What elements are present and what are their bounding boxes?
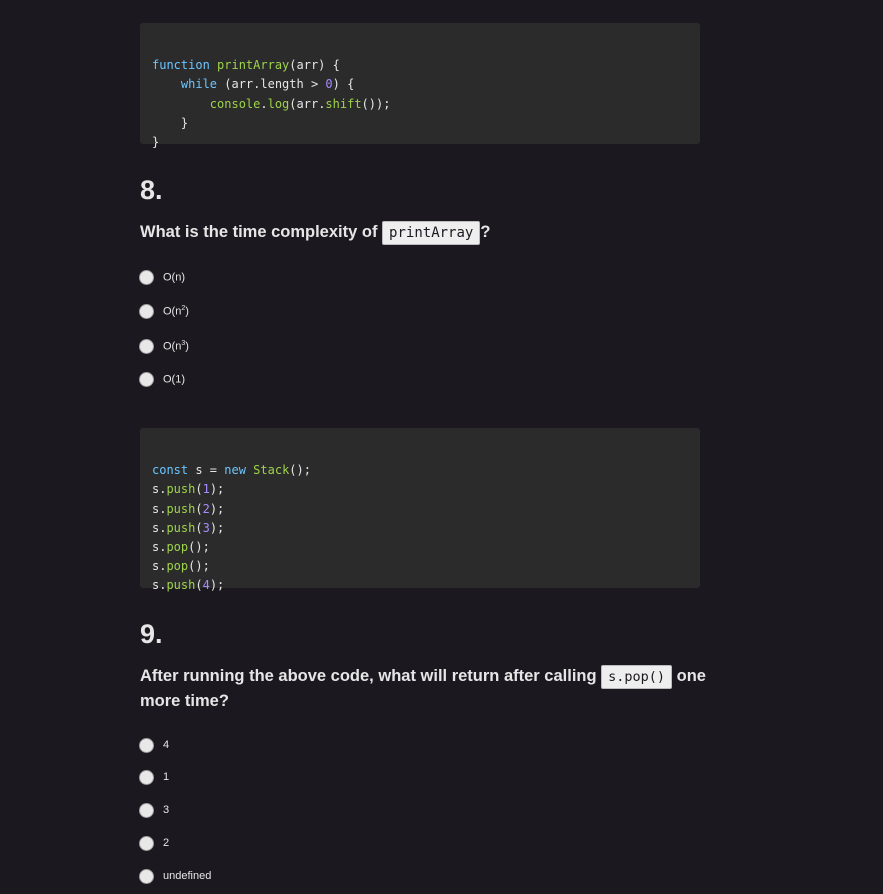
radio-button[interactable] (139, 802, 154, 818)
option-label: 3 (163, 804, 170, 816)
option-label: O(1) (163, 373, 186, 386)
code-number: 3 (202, 520, 210, 535)
answer-option[interactable]: 4 (139, 735, 169, 755)
code-line: s.push(4); (152, 578, 225, 593)
code-line: s.push(2); (152, 501, 225, 516)
radio-button[interactable] (139, 269, 154, 285)
option-label: 2 (163, 837, 170, 849)
code-line: console.log(arr.shift()); (209, 96, 391, 111)
code-class-name: Stack (253, 463, 290, 478)
radio-button[interactable] (139, 303, 154, 319)
radio-button[interactable] (139, 371, 154, 387)
code-method: pop (166, 539, 189, 554)
code-identifier: console (209, 96, 261, 111)
radio-button[interactable] (139, 737, 154, 753)
code-keyword: function (152, 58, 210, 73)
code-keyword: const (152, 463, 189, 478)
option-label: 4 (163, 739, 170, 751)
answer-option[interactable]: O(n2) (139, 301, 189, 321)
code-line: const s = new Stack(); (152, 463, 311, 478)
question-number: 8. (140, 175, 163, 205)
code-number: 0 (325, 77, 333, 92)
code-method: push (166, 482, 196, 497)
code-keyword: new (224, 463, 246, 478)
option-label: O(n3) (163, 339, 189, 353)
code-keyword: while (180, 77, 218, 92)
code-line: function printArray(arr) { (152, 58, 340, 73)
code-line: } (152, 134, 160, 149)
answer-option[interactable]: undefined (139, 866, 211, 886)
code-number: 4 (202, 578, 210, 593)
code-method: pop (166, 559, 189, 574)
inline-code: printArray (382, 221, 481, 245)
code-method: log (267, 96, 290, 111)
code-method: shift (325, 96, 362, 111)
code-line: s.pop(); (152, 539, 210, 554)
code-line: s.push(3); (152, 520, 225, 535)
answer-option[interactable]: O(1) (139, 369, 185, 389)
question-text: After running the above code, what will … (140, 664, 710, 713)
code-method: push (166, 578, 196, 593)
answer-option[interactable]: 2 (139, 833, 169, 853)
answer-option[interactable]: 1 (139, 767, 169, 787)
code-function-name: printArray (217, 58, 290, 73)
option-label: undefined (163, 870, 212, 882)
code-block-stack: const s = new Stack(); s.push(1); s.push(2… (140, 428, 700, 592)
code-number: 2 (202, 501, 210, 516)
code-block-print-array: function printArray(arr) { while (arr.le… (140, 23, 700, 149)
radio-button[interactable] (139, 769, 154, 785)
question-text-after: ? (480, 223, 491, 241)
answer-option[interactable]: O(n) (139, 267, 185, 287)
option-label: O(n2) (163, 304, 189, 318)
code-line: } (152, 115, 189, 130)
question-number: 9. (140, 619, 163, 649)
option-label: 1 (163, 771, 170, 783)
quiz-page: function printArray(arr) { while (arr.le… (0, 0, 883, 894)
code-line: s.pop(); (152, 559, 210, 574)
question-text-before: What is the time complexity of (140, 223, 383, 241)
answer-option[interactable]: O(n3) (139, 336, 189, 356)
code-line: s.push(1); (152, 482, 225, 497)
radio-button[interactable] (139, 835, 154, 851)
option-label: O(n) (163, 271, 186, 284)
code-line: while (arr.length > 0) { (180, 77, 355, 92)
radio-button[interactable] (139, 338, 154, 354)
question-text-before: After running the above code, what will … (140, 667, 602, 685)
radio-button[interactable] (139, 868, 154, 884)
code-method: push (166, 520, 196, 535)
inline-code: s.pop() (601, 665, 673, 689)
answer-option[interactable]: 3 (139, 800, 169, 820)
question-text: What is the time complexity of printArra… (140, 220, 710, 245)
code-number: 1 (202, 482, 210, 497)
code-method: push (166, 501, 196, 516)
